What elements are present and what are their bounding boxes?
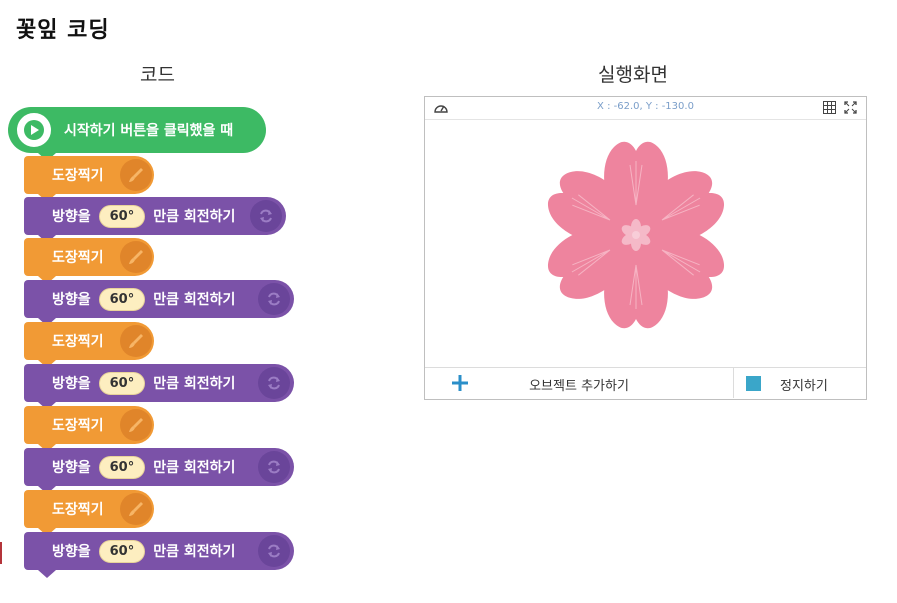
add-object-button[interactable]: 오브젝트 추가하기	[425, 368, 734, 398]
brush-icon	[120, 241, 152, 273]
stamp-block[interactable]: 도장찍기	[24, 322, 154, 368]
add-object-label: 오브젝트 추가하기	[529, 379, 629, 394]
angle-input[interactable]: 60°	[98, 204, 146, 228]
rotate-block[interactable]: 방향을 60° 만큼 회전하기	[24, 364, 294, 410]
brush-icon	[120, 409, 152, 441]
rotate-block-suffix: 만큼 회전하기	[153, 292, 236, 308]
start-block-label: 시작하기 버튼을 클릭했을 때	[64, 123, 234, 139]
center-dot	[632, 231, 640, 239]
angle-input[interactable]: 60°	[98, 455, 146, 479]
stamp-block-label: 도장찍기	[52, 502, 104, 518]
rotate-block-suffix: 만큼 회전하기	[153, 544, 236, 560]
coordinate-readout: X : -62.0, Y : -130.0	[597, 101, 694, 112]
run-screen-stage: X : -62.0, Y : -130.0 오브젝트 추가하기 정지하기	[424, 96, 867, 400]
rotate-block[interactable]: 방향을 60° 만큼 회전하기	[24, 448, 294, 494]
stage-canvas	[547, 141, 725, 329]
stamp-block[interactable]: 도장찍기	[24, 490, 154, 536]
stop-label: 정지하기	[780, 379, 828, 394]
stamp-block-label: 도장찍기	[52, 418, 104, 434]
brush-icon	[120, 493, 152, 525]
angle-input[interactable]: 60°	[98, 539, 146, 563]
rotate-icon	[258, 451, 290, 483]
angle-input[interactable]: 60°	[98, 287, 146, 311]
rotate-block-suffix: 만큼 회전하기	[153, 209, 236, 225]
rotate-block-prefix: 방향을	[52, 376, 91, 392]
stamp-block-label: 도장찍기	[52, 250, 104, 266]
rotate-icon	[250, 200, 282, 232]
code-block-stack: 시작하기 버튼을 클릭했을 때 도장찍기 방향을 60° 만큼 회전하기 도장찍…	[0, 0, 330, 603]
expand-icon[interactable]	[844, 101, 857, 114]
stop-icon	[746, 376, 761, 391]
grid-icon[interactable]	[823, 101, 836, 114]
rotate-block[interactable]: 방향을 60° 만큼 회전하기	[24, 532, 294, 578]
rotate-block[interactable]: 방향을 60° 만큼 회전하기	[24, 197, 286, 243]
rotate-block[interactable]: 방향을 60° 만큼 회전하기	[24, 280, 294, 326]
stamp-block[interactable]: 도장찍기	[24, 238, 154, 284]
run-screen-heading: 실행화면	[598, 64, 668, 86]
stamp-block[interactable]: 도장찍기	[24, 406, 154, 452]
rotate-block-prefix: 방향을	[52, 292, 91, 308]
angle-input[interactable]: 60°	[98, 371, 146, 395]
stamp-block-label: 도장찍기	[52, 168, 104, 184]
rotate-block-prefix: 방향을	[52, 460, 91, 476]
stamp-block[interactable]: 도장찍기	[24, 156, 154, 202]
margin-marker	[0, 542, 2, 564]
brush-icon	[120, 325, 152, 357]
rotate-block-prefix: 방향을	[52, 209, 91, 225]
flower-drawing	[547, 141, 725, 329]
rotate-block-prefix: 방향을	[52, 544, 91, 560]
stage-toolbar: X : -62.0, Y : -130.0	[425, 97, 866, 120]
rotate-icon	[258, 283, 290, 315]
rotate-block-suffix: 만큼 회전하기	[153, 460, 236, 476]
stamp-block-label: 도장찍기	[52, 334, 104, 350]
brush-icon	[120, 159, 152, 191]
rotate-icon	[258, 367, 290, 399]
stop-button[interactable]: 정지하기	[734, 368, 866, 398]
play-icon	[14, 110, 54, 150]
when-start-clicked-block[interactable]: 시작하기 버튼을 클릭했을 때	[8, 107, 266, 161]
stage-bottom-bar: 오브젝트 추가하기 정지하기	[425, 367, 866, 399]
rotate-block-suffix: 만큼 회전하기	[153, 376, 236, 392]
rotate-icon	[258, 535, 290, 567]
